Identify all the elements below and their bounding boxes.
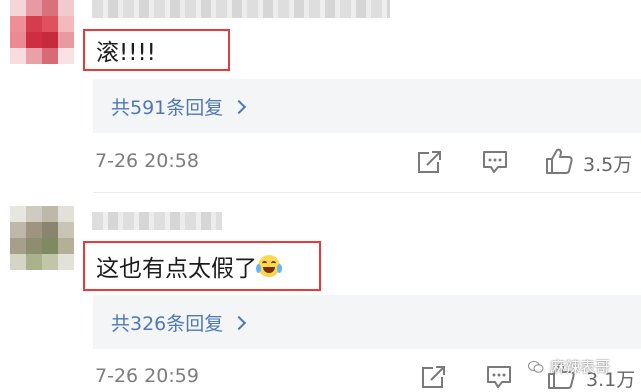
comment-icon[interactable] (485, 363, 513, 391)
avatar[interactable] (10, 206, 74, 270)
thumbs-up-icon[interactable] (544, 146, 574, 176)
view-replies-link[interactable]: 共326条回复 (111, 309, 247, 336)
comment-icon[interactable] (481, 148, 509, 176)
username-blurred[interactable] (92, 212, 222, 230)
like-count: 3.5万 (583, 154, 633, 176)
timestamp: 7-26 20:58 (95, 150, 199, 172)
reply-count-label: 共326条回复 (111, 312, 224, 335)
watermark: 麻辣表哥 (528, 356, 610, 377)
timestamp: 7-26 20:59 (95, 365, 199, 387)
comment-divider (93, 192, 641, 193)
chevron-right-icon (232, 315, 247, 330)
comment-meta-row: 7-26 20:58 3.5万 (0, 146, 641, 180)
grinning-squinting-tears-emoji-icon (256, 255, 282, 277)
wechat-icon (528, 360, 544, 373)
avatar[interactable] (10, 0, 74, 64)
view-replies-link[interactable]: 共591条回复 (111, 93, 247, 120)
share-icon[interactable] (420, 363, 448, 391)
reply-summary-box[interactable]: 共591条回复 (93, 79, 641, 133)
comment-text-highlight: 滚!!!! (83, 29, 230, 71)
reply-count-label: 共591条回复 (111, 96, 224, 119)
reply-summary-box[interactable]: 共326条回复 (93, 295, 641, 349)
comment-text: 滚!!!! (96, 40, 156, 66)
watermark-text: 麻辣表哥 (550, 358, 611, 376)
comment-thread: 滚!!!! 共591条回复 7-26 20:58 3.5万 这也有点太假了 共3… (0, 0, 641, 392)
comment-text: 这也有点太假了 (96, 256, 257, 282)
username-blurred[interactable] (92, 0, 390, 18)
share-icon[interactable] (416, 148, 444, 176)
comment-text-highlight: 这也有点太假了 (83, 241, 321, 291)
chevron-right-icon (232, 99, 247, 114)
